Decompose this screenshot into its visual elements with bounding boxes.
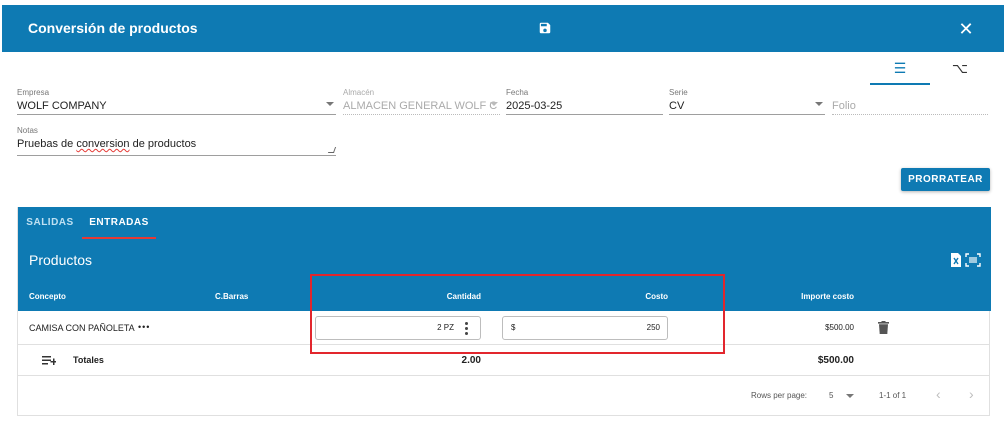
col-cbarras: C.Barras <box>215 292 249 301</box>
next-page-icon[interactable]: › <box>969 386 974 402</box>
chevron-down-icon <box>815 102 823 106</box>
pagination-range: 1-1 of 1 <box>879 391 907 400</box>
playlist-add-icon[interactable] <box>42 354 57 366</box>
concepto-cell: CAMISA CON PAÑOLETA <box>29 323 135 333</box>
importe-cell: $500.00 <box>825 323 854 332</box>
excel-icon[interactable] <box>949 252 963 268</box>
col-importe-costo: Importe costo <box>801 292 854 301</box>
empresa-label: Empresa <box>17 88 50 97</box>
totals-label: Totales <box>73 355 104 365</box>
serie-value: CV <box>669 100 685 112</box>
notas-value: Pruebas de conversion de productos <box>17 138 197 150</box>
delete-icon[interactable] <box>878 321 890 335</box>
rows-per-page-value: 5 <box>829 391 834 400</box>
save-icon[interactable] <box>538 21 556 39</box>
totals-cantidad: 2.00 <box>461 355 481 366</box>
close-icon[interactable]: ✕ <box>956 19 976 39</box>
rows-per-page-select[interactable]: 5 <box>824 387 856 403</box>
fecha-label: Fecha <box>506 88 529 97</box>
rows-per-page-label: Rows per page: <box>751 391 808 400</box>
folio-field: Folio <box>832 88 988 115</box>
almacen-label: Almacén <box>343 88 375 97</box>
dialog-header: Conversión de productos ✕ <box>2 5 1004 52</box>
chevron-down-icon <box>846 394 854 398</box>
folio-placeholder: Folio <box>832 100 856 112</box>
chevron-down-icon <box>490 102 498 106</box>
notas-label: Notas <box>17 126 38 135</box>
fork-icon: ⌥ <box>951 60 969 76</box>
panel-actions <box>949 252 981 268</box>
tab-entradas[interactable]: ENTRADAS <box>82 207 156 239</box>
fork-view-tab[interactable]: ⌥ <box>930 59 990 85</box>
serie-select[interactable]: Serie CV <box>669 88 825 115</box>
more-options-icon[interactable]: ••• <box>138 322 150 332</box>
list-icon: ☰ <box>893 60 907 76</box>
almacen-value: ALMACEN GENERAL WOLF C <box>343 100 498 112</box>
empresa-value: WOLF COMPANY <box>17 100 107 112</box>
highlight-box <box>310 274 725 354</box>
serie-label: Serie <box>669 88 688 97</box>
chevron-down-icon <box>326 102 334 106</box>
totals-importe: $500.00 <box>817 355 854 366</box>
dialog-title: Conversión de productos <box>28 20 198 36</box>
barcode-scan-icon[interactable] <box>965 253 981 267</box>
prorratear-button[interactable]: PRORRATEAR <box>901 168 990 191</box>
empresa-select[interactable]: Empresa WOLF COMPANY <box>17 88 336 115</box>
fecha-value: 2025-03-25 <box>506 100 563 112</box>
almacen-select: Almacén ALMACEN GENERAL WOLF C <box>343 88 500 115</box>
tab-salidas[interactable]: SALIDAS <box>18 207 82 239</box>
notas-textarea[interactable]: Notas Pruebas de conversion de productos <box>17 126 337 156</box>
col-concepto: Concepto <box>29 292 66 301</box>
list-view-tab[interactable]: ☰ <box>870 59 930 85</box>
resize-handle-icon[interactable] <box>327 147 337 153</box>
prev-page-icon[interactable]: ‹ <box>936 386 941 402</box>
fecha-field[interactable]: Fecha 2025-03-25 <box>506 88 663 115</box>
products-title: Productos <box>29 252 93 268</box>
